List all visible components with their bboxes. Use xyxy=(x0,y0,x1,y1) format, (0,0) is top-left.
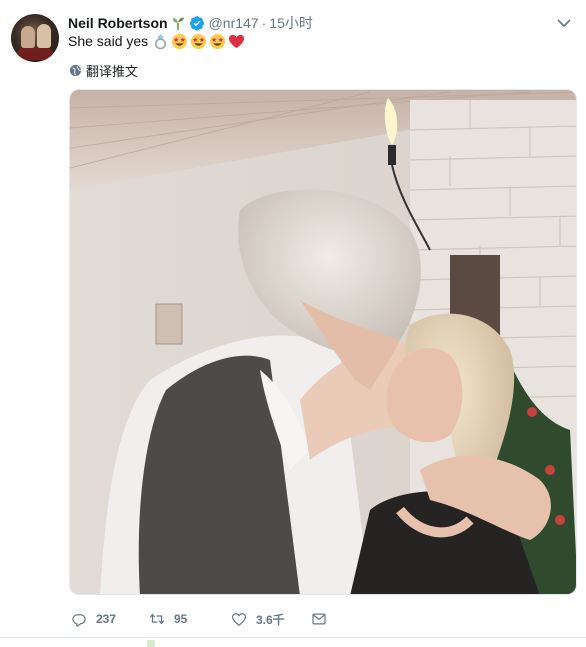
star-struck-emoji xyxy=(191,33,207,49)
avatar-figure-right xyxy=(37,24,51,48)
translate-label: 翻译推文 xyxy=(86,64,139,79)
tweet[interactable]: Neil Robertson @nr147 · 15小时 She said ye… xyxy=(0,0,586,647)
like-icon xyxy=(231,613,247,626)
reply-button[interactable]: 237 xyxy=(70,610,148,628)
star-struck-emoji xyxy=(172,33,188,49)
tweet-photo[interactable] xyxy=(69,89,577,595)
tweet-header: Neil Robertson @nr147 · 15小时 xyxy=(68,13,313,33)
tweet-actions: 237 95 3.6千 xyxy=(70,608,336,630)
reply-icon xyxy=(72,614,86,627)
reply-count: 237 xyxy=(96,612,117,626)
retweet-icon xyxy=(149,613,165,625)
author-name[interactable]: Neil Robertson xyxy=(68,15,168,31)
retweet-count: 95 xyxy=(174,612,188,626)
retweet-button[interactable]: 95 xyxy=(148,610,230,628)
header-separator: · xyxy=(261,15,267,31)
avatar-background-detail xyxy=(17,48,53,60)
tweet-text-content: She said yes xyxy=(68,33,149,49)
message-icon xyxy=(312,613,326,625)
direct-message-button[interactable] xyxy=(310,610,336,628)
tweet-text: She said yes xyxy=(68,31,245,51)
avatar-figure-left xyxy=(21,26,35,48)
author-avatar[interactable] xyxy=(11,14,59,62)
sprout-icon xyxy=(172,17,184,30)
verified-badge-icon xyxy=(189,16,204,31)
like-button[interactable]: 3.6千 xyxy=(230,610,310,628)
photo-icon xyxy=(70,90,576,594)
like-count: 3.6千 xyxy=(256,612,285,627)
next-tweet-edge xyxy=(147,640,155,647)
red-heart-emoji xyxy=(229,34,245,48)
chevron-down-icon[interactable] xyxy=(555,14,573,32)
tweet-divider xyxy=(0,637,586,638)
translate-tweet-link[interactable]: 翻译推文 xyxy=(69,61,138,80)
globe-icon xyxy=(69,64,82,77)
author-handle[interactable]: @nr147 xyxy=(209,15,259,31)
star-struck-emoji xyxy=(210,33,226,49)
tweet-timestamp[interactable]: 15小时 xyxy=(269,13,313,33)
ring-emoji xyxy=(155,33,167,49)
